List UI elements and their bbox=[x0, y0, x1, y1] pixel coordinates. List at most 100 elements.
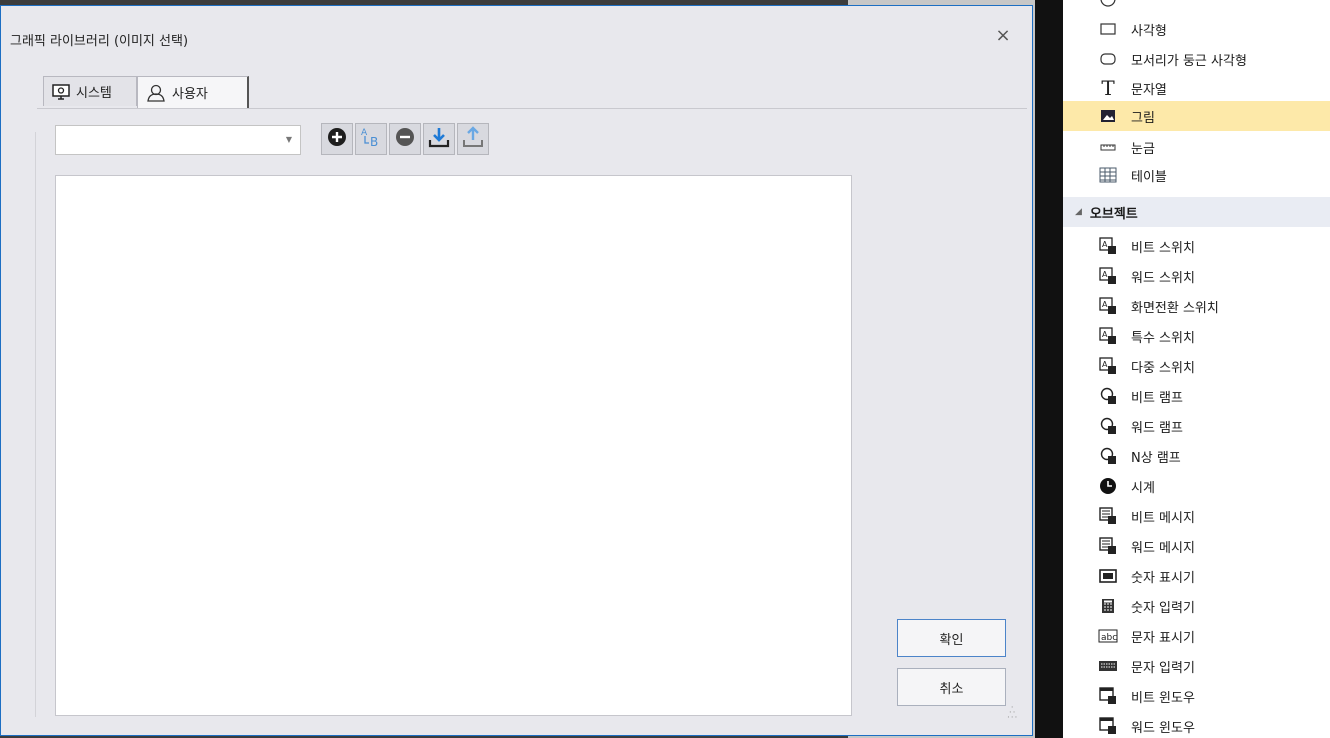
table-icon bbox=[1097, 166, 1119, 184]
dialog-content: 시스템 사용자 ▼ AB 확인 취소 · · · · · · bbox=[35, 66, 1027, 723]
word-switch-icon: A bbox=[1097, 267, 1119, 285]
palette-object-item[interactable]: 숫자 입력기 bbox=[1063, 591, 1330, 621]
tab-system[interactable]: 시스템 bbox=[43, 76, 137, 106]
palette-item-picture[interactable]: 그림 bbox=[1063, 101, 1330, 131]
word-message-icon bbox=[1097, 537, 1119, 555]
palette-object-item[interactable]: 비트 램프 bbox=[1063, 381, 1330, 411]
palette-object-label: 워드 램프 bbox=[1131, 420, 1183, 436]
screen-switch-icon: A bbox=[1097, 297, 1119, 315]
palette-object-item[interactable]: A 특수 스위치 bbox=[1063, 321, 1330, 351]
palette-item-text[interactable]: T 문자열 bbox=[1063, 73, 1330, 103]
scale-icon bbox=[1097, 138, 1119, 156]
palette-object-item[interactable]: A 다중 스위치 bbox=[1063, 351, 1330, 381]
collapse-triangle-icon[interactable]: ◢ bbox=[1075, 207, 1082, 217]
object-palette: 사각형 모서리가 둥근 사각형 T 문자열 그림 눈금 테이블 ◢ 오브젝트 A… bbox=[1063, 0, 1330, 738]
palette-object-label: 비트 스위치 bbox=[1131, 240, 1195, 256]
import-icon bbox=[428, 126, 450, 152]
user-icon bbox=[146, 84, 166, 102]
divider bbox=[35, 132, 36, 717]
text-input-icon bbox=[1097, 657, 1119, 675]
palette-object-label: 시계 bbox=[1131, 480, 1155, 496]
palette-object-label: 워드 스위치 bbox=[1131, 270, 1195, 286]
svg-text:B: B bbox=[370, 135, 378, 149]
ok-button[interactable]: 확인 bbox=[897, 619, 1006, 657]
palette-item-label: 눈금 bbox=[1131, 141, 1155, 157]
special-switch-icon: A bbox=[1097, 327, 1119, 345]
palette-item-label: 모서리가 둥근 사각형 bbox=[1131, 53, 1247, 69]
image-list[interactable] bbox=[55, 175, 852, 716]
tab-bar: 시스템 사용자 bbox=[43, 76, 249, 108]
add-button[interactable] bbox=[321, 123, 353, 155]
svg-text:A: A bbox=[1102, 270, 1108, 279]
word-lamp-icon bbox=[1097, 417, 1119, 435]
rename-icon: AB bbox=[359, 125, 383, 153]
cancel-button[interactable]: 취소 bbox=[897, 668, 1006, 706]
library-toolbar: AB bbox=[321, 123, 489, 155]
close-button[interactable]: × bbox=[991, 24, 1015, 48]
tab-underline bbox=[37, 108, 1027, 109]
category-dropdown[interactable]: ▼ bbox=[55, 125, 301, 155]
palette-object-item[interactable]: 비트 윈도우 bbox=[1063, 681, 1330, 711]
export-icon bbox=[462, 126, 484, 152]
palette-item-rounded-rectangle[interactable]: 모서리가 둥근 사각형 bbox=[1063, 44, 1330, 74]
palette-object-label: 숫자 입력기 bbox=[1131, 600, 1195, 616]
export-button[interactable] bbox=[457, 123, 489, 155]
clock-icon bbox=[1097, 477, 1119, 495]
svg-text:A: A bbox=[1102, 240, 1108, 249]
palette-object-label: 문자 입력기 bbox=[1131, 660, 1195, 676]
palette-object-label: 워드 메시지 bbox=[1131, 540, 1195, 556]
chevron-down-icon[interactable]: ▼ bbox=[286, 135, 292, 144]
import-button[interactable] bbox=[423, 123, 455, 155]
palette-object-label: 다중 스위치 bbox=[1131, 360, 1195, 376]
graphic-library-dialog: 그래픽 라이브러리 (이미지 선택) × 시스템 사용자 ▼ A B 확인 취소… bbox=[0, 5, 1033, 736]
palette-item-label: 사각형 bbox=[1131, 23, 1167, 39]
palette-object-item[interactable]: A 비트 스위치 bbox=[1063, 231, 1330, 261]
palette-object-item[interactable]: 비트 메시지 bbox=[1063, 501, 1330, 531]
palette-object-item[interactable]: 시계 bbox=[1063, 471, 1330, 501]
add-icon bbox=[327, 127, 347, 151]
bit-switch-icon: A bbox=[1097, 237, 1119, 255]
ellipse-icon bbox=[1097, 0, 1119, 8]
palette-object-item[interactable]: 숫자 표시기 bbox=[1063, 561, 1330, 591]
palette-item-label: 문자열 bbox=[1131, 82, 1167, 98]
remove-button[interactable] bbox=[389, 123, 421, 155]
resize-grip-icon[interactable]: · · · · · · bbox=[1007, 704, 1017, 723]
palette-object-item[interactable]: 워드 램프 bbox=[1063, 411, 1330, 441]
palette-item-scale[interactable]: 눈금 bbox=[1063, 132, 1330, 162]
palette-item-label: 그림 bbox=[1131, 110, 1155, 126]
palette-object-label: 비트 램프 bbox=[1131, 390, 1183, 406]
bit-message-icon bbox=[1097, 507, 1119, 525]
n-state-lamp-icon bbox=[1097, 447, 1119, 465]
palette-object-label: 화면전환 스위치 bbox=[1131, 300, 1219, 316]
numeric-display-icon bbox=[1097, 567, 1119, 585]
bit-window-icon bbox=[1097, 687, 1119, 705]
palette-object-label: 문자 표시기 bbox=[1131, 630, 1195, 646]
palette-object-item[interactable]: N상 램프 bbox=[1063, 441, 1330, 471]
palette-item-table[interactable]: 테이블 bbox=[1063, 160, 1330, 190]
palette-item-partial[interactable] bbox=[1063, 0, 1330, 14]
palette-object-item[interactable]: abc 문자 표시기 bbox=[1063, 621, 1330, 651]
text-display-icon: abc bbox=[1097, 627, 1119, 645]
palette-object-label: 비트 윈도우 bbox=[1131, 690, 1195, 706]
monitor-gear-icon bbox=[52, 83, 70, 100]
palette-object-item[interactable]: A 워드 스위치 bbox=[1063, 261, 1330, 291]
background-divider bbox=[1035, 0, 1063, 738]
svg-text:A: A bbox=[1102, 330, 1108, 339]
multi-switch-icon: A bbox=[1097, 357, 1119, 375]
svg-text:abc: abc bbox=[1101, 633, 1117, 643]
palette-object-item[interactable]: 워드 윈도우 bbox=[1063, 711, 1330, 738]
palette-object-item[interactable]: 문자 입력기 bbox=[1063, 651, 1330, 681]
palette-item-label: 테이블 bbox=[1131, 169, 1167, 185]
palette-object-item[interactable]: A 화면전환 스위치 bbox=[1063, 291, 1330, 321]
palette-section-objects[interactable]: ◢ 오브젝트 bbox=[1063, 197, 1330, 227]
remove-icon bbox=[395, 127, 415, 151]
dialog-title: 그래픽 라이브러리 (이미지 선택) bbox=[10, 34, 189, 49]
tab-user[interactable]: 사용자 bbox=[137, 76, 249, 108]
bit-lamp-icon bbox=[1097, 387, 1119, 405]
palette-object-label: 특수 스위치 bbox=[1131, 330, 1195, 346]
palette-item-rectangle[interactable]: 사각형 bbox=[1063, 14, 1330, 44]
palette-object-item[interactable]: 워드 메시지 bbox=[1063, 531, 1330, 561]
numeric-input-icon bbox=[1097, 597, 1119, 615]
palette-object-label: 숫자 표시기 bbox=[1131, 570, 1195, 586]
rename-button[interactable]: AB bbox=[355, 123, 387, 155]
